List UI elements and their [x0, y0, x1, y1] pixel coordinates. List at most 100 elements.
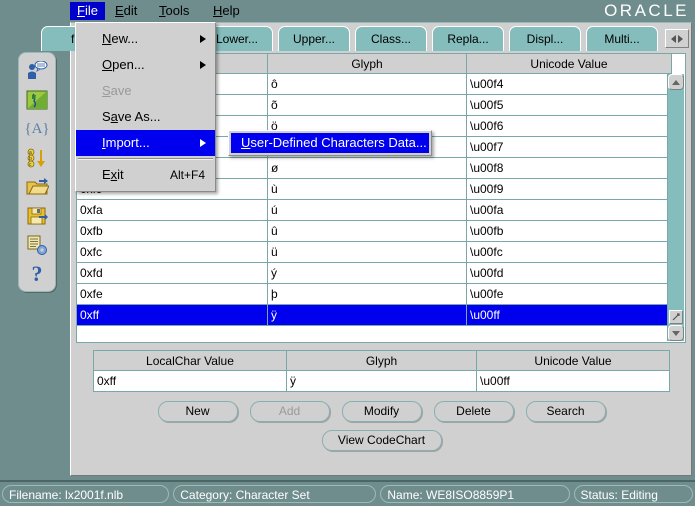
cell-glyph: þ	[267, 283, 467, 305]
view-codechart-button[interactable]: View CodeChart	[321, 430, 442, 451]
detail-pane: LocalChar Value Glyph Unicode Value 0xff…	[93, 350, 670, 460]
cell-unicode: \u00ff	[466, 304, 672, 326]
cell-unicode: \u00f4	[466, 73, 672, 95]
save-disk-icon[interactable]	[23, 202, 51, 230]
import-submenu: User-Defined Characters Data...	[228, 130, 432, 156]
cell-local: 0xfa	[77, 199, 268, 221]
submenu-arrow-icon	[200, 35, 206, 43]
menu-item-save: Save	[102, 83, 132, 98]
menu-item-import[interactable]: Import...	[76, 130, 215, 156]
menubar-item-tools[interactable]: Tools	[152, 2, 196, 20]
detail-button-row: New Add Modify Delete Search	[93, 401, 670, 422]
cell-local: 0xff	[77, 304, 268, 326]
file-menu-popup: New... Open... Save Save As... Import...…	[75, 22, 216, 192]
cell-unicode: \u00f9	[466, 178, 672, 200]
cell-unicode: \u00f5	[466, 94, 672, 116]
cell-unicode: \u00f7	[466, 136, 672, 158]
cell-glyph: û	[267, 220, 467, 242]
menubar-item-help[interactable]: Help	[206, 2, 247, 20]
menu-item-exit[interactable]: Exit Alt+F4	[76, 162, 215, 188]
detail-header-unicode: Unicode Value	[476, 350, 670, 371]
status-bar: Filename: lx2001f.nlb Category: Characte…	[0, 480, 695, 506]
menu-item-open[interactable]: Open...	[76, 52, 215, 78]
menu-item-user-defined-characters-data[interactable]: User-Defined Characters Data...	[231, 133, 429, 153]
cell-unicode: \u00f8	[466, 157, 672, 179]
table-row[interactable]: 0xfc ü \u00fc	[77, 241, 672, 263]
scroll-down-button[interactable]	[668, 325, 684, 341]
status-name: Name: WE8ISO8859P1	[380, 485, 570, 503]
column-header-glyph[interactable]: Glyph	[267, 54, 467, 74]
menubar-item-file[interactable]: File	[70, 2, 105, 20]
cell-local: 0xfe	[77, 283, 268, 305]
chevron-right-icon	[678, 34, 683, 43]
cell-glyph: ú	[267, 199, 467, 221]
user-profile-icon[interactable]	[23, 57, 51, 85]
table-row-selected[interactable]: 0xff ÿ \u00ff	[77, 304, 672, 326]
table-row[interactable]: 0xfa ú \u00fa	[77, 199, 672, 221]
cell-glyph: õ	[267, 94, 467, 116]
scroll-resize-grip[interactable]	[669, 310, 683, 324]
cell-glyph: ü	[267, 241, 467, 263]
table-row[interactable]: 0xfd ý \u00fd	[77, 262, 672, 284]
cell-unicode: \u00fe	[466, 283, 672, 305]
tab-replace[interactable]: Repla...	[432, 26, 504, 51]
delete-button[interactable]: Delete	[433, 401, 514, 422]
triangle-up-icon	[672, 79, 680, 85]
cell-glyph: ø	[267, 157, 467, 179]
modify-button[interactable]: Modify	[341, 401, 422, 422]
menu-separator	[78, 158, 213, 160]
cell-unicode: \u00fa	[466, 199, 672, 221]
table-row[interactable]: 0xfb û \u00fb	[77, 220, 672, 242]
detail-grid: LocalChar Value Glyph Unicode Value 0xff…	[93, 350, 670, 392]
cell-unicode: \u00fb	[466, 220, 672, 242]
detail-header-glyph: Glyph	[286, 350, 478, 371]
detail-glyph-input[interactable]: ÿ	[286, 370, 478, 392]
status-category: Category: Character Set	[173, 485, 377, 503]
cell-glyph: ÿ	[267, 304, 467, 326]
cell-glyph: ô	[267, 73, 467, 95]
left-toolbar: {A} a b c ?	[18, 52, 56, 292]
submenu-arrow-icon	[200, 139, 206, 147]
cell-unicode: \u00fc	[466, 241, 672, 263]
column-header-unicode[interactable]: Unicode Value	[466, 54, 672, 74]
new-button[interactable]: New	[157, 401, 238, 422]
cell-local: 0xfc	[77, 241, 268, 263]
cell-glyph: ù	[267, 178, 467, 200]
help-question-icon[interactable]: ?	[23, 260, 51, 288]
status-editing: Status: Editing	[573, 485, 693, 503]
sort-abc-icon[interactable]: a b c	[23, 144, 51, 172]
menu-item-new[interactable]: New...	[76, 26, 215, 52]
script-gear-icon[interactable]	[23, 231, 51, 259]
status-filename: Filename: lx2001f.nlb	[2, 485, 170, 503]
open-folder-icon[interactable]	[23, 173, 51, 201]
cell-glyph: ý	[267, 262, 467, 284]
tab-scroll-icon[interactable]	[665, 29, 689, 48]
tab-display[interactable]: Displ...	[509, 26, 581, 51]
oracle-logo: ORACLE	[604, 1, 689, 20]
braces-a-icon[interactable]: {A}	[23, 115, 51, 143]
detail-local-input[interactable]: 0xff	[93, 370, 287, 392]
triangle-down-icon	[672, 330, 680, 336]
submenu-arrow-icon	[200, 61, 206, 69]
detail-unicode-input[interactable]: \u00ff	[476, 370, 670, 392]
cell-local: 0xfd	[77, 262, 268, 284]
menu-accel-exit: Alt+F4	[169, 168, 205, 182]
detail-value-row: 0xff ÿ \u00ff	[93, 370, 670, 392]
map-territory-icon[interactable]	[23, 86, 51, 114]
detail-header-row: LocalChar Value Glyph Unicode Value	[93, 350, 670, 371]
tab-uppercase[interactable]: Upper...	[278, 26, 350, 51]
cell-unicode: \u00f6	[466, 115, 672, 137]
table-row[interactable]: 0xfe þ \u00fe	[77, 283, 672, 305]
cell-unicode: \u00fd	[466, 262, 672, 284]
menubar-item-edit[interactable]: Edit	[108, 2, 144, 20]
tab-classify[interactable]: Class...	[355, 26, 427, 51]
search-button[interactable]: Search	[525, 401, 606, 422]
scroll-up-button[interactable]	[668, 74, 684, 90]
tab-multibyte[interactable]: Multi...	[586, 26, 658, 51]
detail-header-localchar: LocalChar Value	[93, 350, 287, 371]
table-vertical-scrollbar[interactable]	[667, 74, 684, 341]
menu-item-save-as[interactable]: Save As...	[76, 104, 215, 130]
detail-button-row-2: View CodeChart	[93, 430, 670, 451]
add-button: Add	[249, 401, 330, 422]
chevron-left-icon	[671, 34, 676, 43]
